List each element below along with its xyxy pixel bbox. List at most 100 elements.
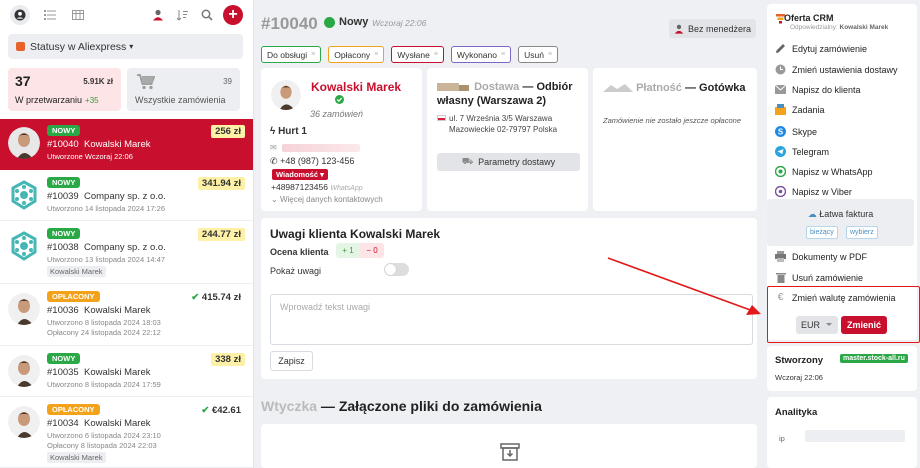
sort-icon[interactable] (172, 5, 192, 25)
status-dot-icon (324, 16, 335, 28)
delivery-address: ul. 7 Września 3/5 Warszawa Mazowieckie … (437, 113, 557, 135)
all-orders-card[interactable]: 39 Wszystkie zamówienia (127, 68, 240, 111)
order-status[interactable]: Nowy (324, 16, 368, 28)
status-badge: NOWY (47, 125, 81, 136)
easy-invoice-box: ☁ Łatwa faktura bieżący wybierz (767, 199, 914, 246)
orders-sidebar: + Statusy w Aliexpress ▾ 37 5.91K zł W p… (0, 0, 254, 468)
sidebar-toolbar: + (0, 0, 253, 30)
menu-icon: ≡ (433, 51, 438, 58)
rating-plus-button[interactable]: + 1 (336, 243, 360, 258)
customer-panel: Kowalski Marek 36 zamówień ϟ Hurt 1 ✉ ✆ … (261, 68, 422, 211)
shop-badge[interactable]: master.stock-all.ru (840, 354, 908, 363)
order-price: 338 zł (211, 353, 245, 366)
manager-tag: Kowalski Marek (47, 452, 106, 463)
processing-orders-card[interactable]: 37 5.91K zł W przetwarzaniu +35 (8, 68, 121, 111)
tasks-icon (775, 104, 786, 115)
avatar (271, 80, 301, 110)
user-filter-icon[interactable] (10, 5, 30, 25)
menu-icon: ≡ (311, 51, 316, 58)
chip-do-obslugi[interactable]: Do obsługi ≡ (261, 46, 322, 63)
mail-icon: ✉ (270, 143, 277, 152)
verified-check-icon (335, 95, 344, 104)
menu-icon: ≡ (501, 51, 506, 58)
message-badge[interactable]: Wiadomość ▾ (272, 169, 328, 180)
order-number: #10040 (261, 14, 318, 33)
payment-panel: Płatność — Gotówka Zamówienie nie został… (593, 68, 757, 211)
add-order-button[interactable]: + (223, 5, 243, 25)
delivery-params-button[interactable]: ⛟ Parametry dostawy (437, 153, 580, 171)
responsible-name: Kowalski Marek (839, 24, 889, 31)
chip-oplacony[interactable]: Opłacony ≡ (328, 46, 385, 63)
menu-icon: ≡ (547, 51, 553, 58)
manager-icon[interactable] (148, 5, 168, 25)
crm-title: Oferta CRM (784, 13, 834, 23)
order-list-item[interactable]: OPŁACONY ✔ 415.74 zł #10036 Kowalski Mar… (0, 285, 253, 346)
actions-sidebar: Oferta CRM Odpowiedzialny: Kowalski Mare… (764, 0, 920, 468)
viber-item[interactable]: Napisz w Viber (775, 186, 852, 197)
delivery-panel: Dostawa — Odbiór własny (Warszawa 2) ul.… (427, 68, 588, 211)
clock-icon (775, 64, 786, 75)
whatsapp-icon (775, 166, 786, 177)
manager-button[interactable]: Bez menedżera (669, 19, 756, 38)
trash-icon (775, 272, 786, 283)
chevron-down-icon: ▾ (320, 170, 324, 179)
created-date: Wczoraj 22:06 (775, 373, 823, 382)
customer-orders-count[interactable]: 36 zamówień (310, 109, 363, 119)
order-list-item[interactable]: NOWY 256 zł #10040 Kowalski Marek Utworz… (0, 119, 253, 170)
edit-order-item[interactable]: Edytuj zamówienie (775, 43, 867, 54)
order-price: 256 zł (211, 125, 245, 138)
attachments-panel (261, 424, 757, 468)
write-client-item[interactable]: Napisz do klienta (775, 84, 861, 95)
poland-flag-icon (437, 115, 446, 121)
paid-check-icon: ✔ (201, 405, 210, 416)
skype-icon: S (775, 126, 786, 137)
chip-wykonano[interactable]: Wykonano ≡ (450, 46, 512, 63)
more-contacts-link[interactable]: ⌄ Więcej danych kontaktowych (271, 195, 383, 204)
order-detail: #10040 Nowy Wczoraj 22:06 Bez menedżera … (255, 0, 763, 468)
avatar (8, 406, 40, 438)
pdf-docs-item[interactable]: Dokumenty w PDF (775, 251, 867, 262)
status-badge: NOWY (47, 177, 81, 188)
company-logo-icon (8, 179, 40, 211)
payment-method: Gotówka (699, 82, 746, 94)
ip-value-redacted (805, 430, 905, 442)
show-notes-toggle[interactable] (384, 263, 409, 276)
table-view-icon[interactable] (68, 5, 88, 25)
manager-icon (674, 24, 684, 34)
invoice-choose-button[interactable]: wybierz (846, 226, 878, 239)
delete-order-item[interactable]: Usuń zamówienie (775, 272, 863, 283)
archive-icon[interactable] (500, 442, 520, 462)
chip-usun[interactable]: Usuń ≡ (518, 46, 559, 63)
company-logo-icon (8, 230, 40, 262)
notes-title: Uwagi klienta Kowalski Marek (270, 227, 441, 241)
search-icon[interactable] (197, 5, 217, 25)
analytics-panel: Analityka ip (767, 397, 917, 468)
order-list-item[interactable]: NOWY 338 zł #10035 Kowalski Marek Utworz… (0, 347, 253, 397)
payment-icon (603, 83, 633, 93)
status-badge: NOWY (47, 228, 81, 239)
tasks-item[interactable]: Zadania (775, 104, 825, 115)
order-list-item[interactable]: NOWY 244.77 zł #10038 Company sp. z o.o.… (0, 222, 253, 284)
invoice-current-button[interactable]: bieżący (806, 226, 838, 239)
rating-minus-button[interactable]: − 0 (360, 243, 384, 258)
customer-name[interactable]: Kowalski Marek (311, 80, 401, 94)
customer-phone[interactable]: ✆ +48 (987) 123-456 (270, 156, 354, 167)
avatar (8, 127, 40, 159)
whatsapp-contact[interactable]: +48987123456 WhatsApp (271, 182, 363, 192)
delivery-settings-item[interactable]: Zmień ustawienia dostawy (775, 64, 898, 75)
whatsapp-item[interactable]: Napisz w WhatsApp (775, 166, 873, 177)
customer-group: ϟ Hurt 1 (270, 126, 307, 137)
status-filter-dropdown[interactable]: Statusy w Aliexpress ▾ (8, 34, 243, 59)
avatar (8, 293, 40, 325)
customer-email[interactable]: ✉ (270, 143, 360, 152)
annotation-highlight-box (767, 286, 920, 343)
order-list-item[interactable]: OPŁACONY ✔ €42.61 #10034 Kowalski Marek … (0, 398, 253, 468)
chevron-down-icon: ⌄ (271, 195, 278, 204)
chip-wyslane[interactable]: Wysłane ≡ (391, 46, 444, 63)
order-list-item[interactable]: NOWY 341.94 zł #10039 Company sp. z o.o.… (0, 171, 253, 221)
avatar (8, 355, 40, 387)
list-view-icon[interactable] (40, 5, 60, 25)
save-note-button[interactable]: Zapisz (270, 351, 313, 371)
telegram-item[interactable]: Telegram (775, 146, 829, 157)
skype-item[interactable]: S Skype (775, 126, 817, 137)
